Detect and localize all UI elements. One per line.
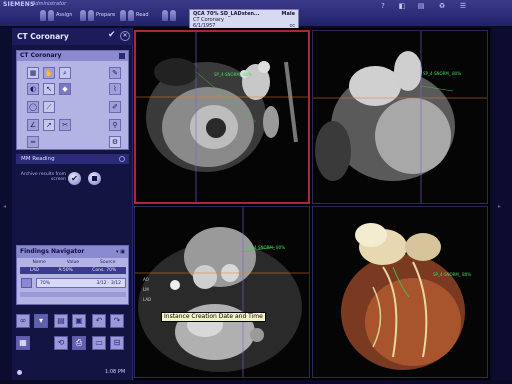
check-icon[interactable]: ✔ — [108, 30, 116, 40]
film-icon[interactable]: ▭ — [92, 336, 106, 350]
cube-icon[interactable]: ▣ — [72, 314, 86, 328]
right-collapse-strip: ▸ — [492, 28, 512, 380]
layout-grid-icon[interactable]: ▤ — [54, 314, 68, 328]
person-icon — [170, 9, 176, 21]
person-icon — [128, 9, 134, 21]
findings-title: Findings Navigator ▾ ▣ — [17, 246, 128, 258]
findings-header-row: Name Value Source — [32, 260, 116, 265]
help-icon[interactable]: ? — [378, 1, 388, 11]
workflow-step-label: Read — [136, 12, 149, 18]
close-icon[interactable]: ✕ — [120, 31, 130, 41]
vessel-icon[interactable]: ⌇ — [109, 83, 121, 95]
person-icon — [88, 9, 94, 21]
list-icon[interactable]: ▤ — [416, 1, 426, 11]
viewport-annotation: SP_4-SNORM_ 80% — [423, 71, 462, 76]
window-level-icon[interactable]: ◐ — [27, 83, 39, 95]
recycle-icon[interactable]: ♻ — [437, 1, 447, 11]
menu-icon[interactable]: ☰ — [458, 1, 468, 11]
collapse-arrow-icon[interactable]: ◂ — [3, 203, 6, 210]
reset-icon[interactable]: ⟲ — [54, 336, 68, 350]
viewport-axial[interactable]: SP_4-SNORM_ 80% — [134, 30, 310, 204]
coronal-ct-image — [313, 31, 487, 203]
viewport-annotation: SP_4-SNORM_ 80% — [433, 272, 472, 277]
vessel-label-text: LM — [143, 287, 149, 292]
grid-icon[interactable] — [119, 53, 125, 59]
annotate-icon[interactable]: ✐ — [109, 101, 121, 113]
color-icon[interactable]: ◆ — [59, 83, 71, 95]
brush-icon[interactable]: ⚲ — [109, 119, 121, 131]
stack-icon[interactable]: ▦ — [27, 67, 39, 79]
layout-icon[interactable]: ◧ — [397, 1, 407, 11]
findings-detail[interactable]: 70% 3/12 · 3/12 — [36, 278, 126, 288]
left-collapse-strip: ◂ — [0, 28, 12, 380]
brand-logo: SIEMENS — [3, 1, 35, 8]
axial-vessel-ct-image — [135, 207, 309, 377]
person-icon — [80, 9, 86, 21]
viewport-3d-vrt[interactable]: SP_4-SNORM_ 80% — [312, 206, 488, 378]
findings-menu-icon[interactable]: ▾ ▣ — [116, 249, 125, 255]
panel-header: CT Coronary ✔ ✕ — [12, 28, 133, 45]
findings-action-button[interactable] — [21, 278, 32, 288]
arrow-icon[interactable]: ➚ — [43, 119, 55, 131]
stop-icon — [92, 176, 97, 181]
patient-sex: Male — [281, 11, 295, 17]
grid-layout-icon[interactable]: ▦ — [16, 336, 30, 350]
viewport-annotation: SP_4-SNORM_ 80% — [247, 245, 286, 250]
top-bar: SIEMENS Administrator Assign Prepare Rea… — [0, 0, 512, 33]
findings-navigator: Findings Navigator ▾ ▣ Name Value Source… — [16, 245, 129, 305]
link-icon[interactable]: ∞ — [16, 314, 30, 328]
pen-icon[interactable]: ✎ — [109, 67, 121, 79]
save-icon[interactable]: ⊟ — [110, 336, 124, 350]
viewport-axial-vessels[interactable]: SP_4-SNORM_ 80% AO LM LAD Instance Creat… — [134, 206, 310, 378]
pointer-icon[interactable]: ↖ — [43, 83, 55, 95]
expand-arrow-icon[interactable]: ▸ — [498, 203, 501, 210]
cut-icon[interactable]: ✂ — [59, 119, 71, 131]
left-panel: CT Coronary ✔ ✕ CT Coronary ▦ ✋ ⌕ ✎ ◐ ↖ … — [12, 28, 133, 380]
tool-card: CT Coronary ▦ ✋ ⌕ ✎ ◐ ↖ ◆ ⌇ ◯ ⟋ ✐ ∠ ➚ ✂ … — [16, 50, 129, 150]
archive-button[interactable]: ✔ — [68, 172, 81, 185]
person-icon — [162, 9, 168, 21]
status-dot — [17, 370, 22, 375]
measure-icon[interactable]: ⟋ — [43, 101, 55, 113]
mm-reading-bar[interactable]: MM Reading — [16, 154, 129, 164]
workflow-step-label: Assign — [56, 12, 73, 18]
toggle-icon[interactable] — [119, 156, 125, 162]
workflow-step-read[interactable]: Read — [120, 9, 149, 21]
tool-card-title: CT Coronary — [17, 51, 128, 61]
person-icon — [48, 9, 54, 21]
undo-icon[interactable]: ↶ — [92, 314, 106, 328]
axial-ct-image — [136, 32, 308, 202]
settings-icon[interactable]: ⚙ — [109, 136, 121, 148]
panel-title: CT Coronary — [17, 32, 69, 41]
roi-icon[interactable]: ◯ — [27, 101, 39, 113]
angle-icon[interactable]: ∠ — [27, 119, 39, 131]
application-window: SIEMENS Administrator Assign Prepare Rea… — [0, 0, 512, 384]
workflow-step-extra[interactable] — [162, 9, 176, 21]
stop-button[interactable] — [88, 172, 101, 185]
clock: 1:08 PM — [105, 369, 126, 375]
archive-label: Archive results from screen — [20, 172, 66, 182]
person-icon — [40, 9, 46, 21]
workflow-step-assign[interactable]: Assign — [40, 9, 72, 21]
tooltip: Instance Creation Date and Time — [161, 312, 266, 322]
dropdown-icon[interactable]: ▾ — [34, 314, 48, 328]
redo-icon[interactable]: ↷ — [110, 314, 124, 328]
workflow-step-prepare[interactable]: Prepare — [80, 9, 115, 21]
user-role: Administrator — [32, 1, 67, 7]
vessel-label-text: LAD — [143, 297, 152, 302]
person-icon — [120, 9, 126, 21]
mm-reading-label: MM Reading — [21, 156, 55, 162]
findings-row[interactable]: LAD A:50% Cons. 70% — [20, 267, 126, 274]
magnifier-icon[interactable]: ⌕ — [59, 67, 71, 79]
viewport-annotation: SP_4-SNORM_ 80% — [214, 72, 253, 77]
ruler-icon[interactable]: ═ — [27, 136, 39, 148]
print-icon[interactable]: ⎙ — [72, 336, 86, 350]
hand-icon[interactable]: ✋ — [43, 67, 55, 79]
viewport-coronal[interactable]: SP_4-SNORM_ 80% — [312, 30, 488, 204]
vrt-heart-image — [313, 207, 487, 377]
image-viewer: SP_4-SNORM_ 80% SP_4-SNORM_ 80% SP_4-SNO… — [134, 28, 490, 380]
findings-scrollbar[interactable] — [20, 292, 126, 297]
vessel-label-text: AO — [143, 277, 149, 282]
workflow-step-label: Prepare — [96, 12, 116, 18]
